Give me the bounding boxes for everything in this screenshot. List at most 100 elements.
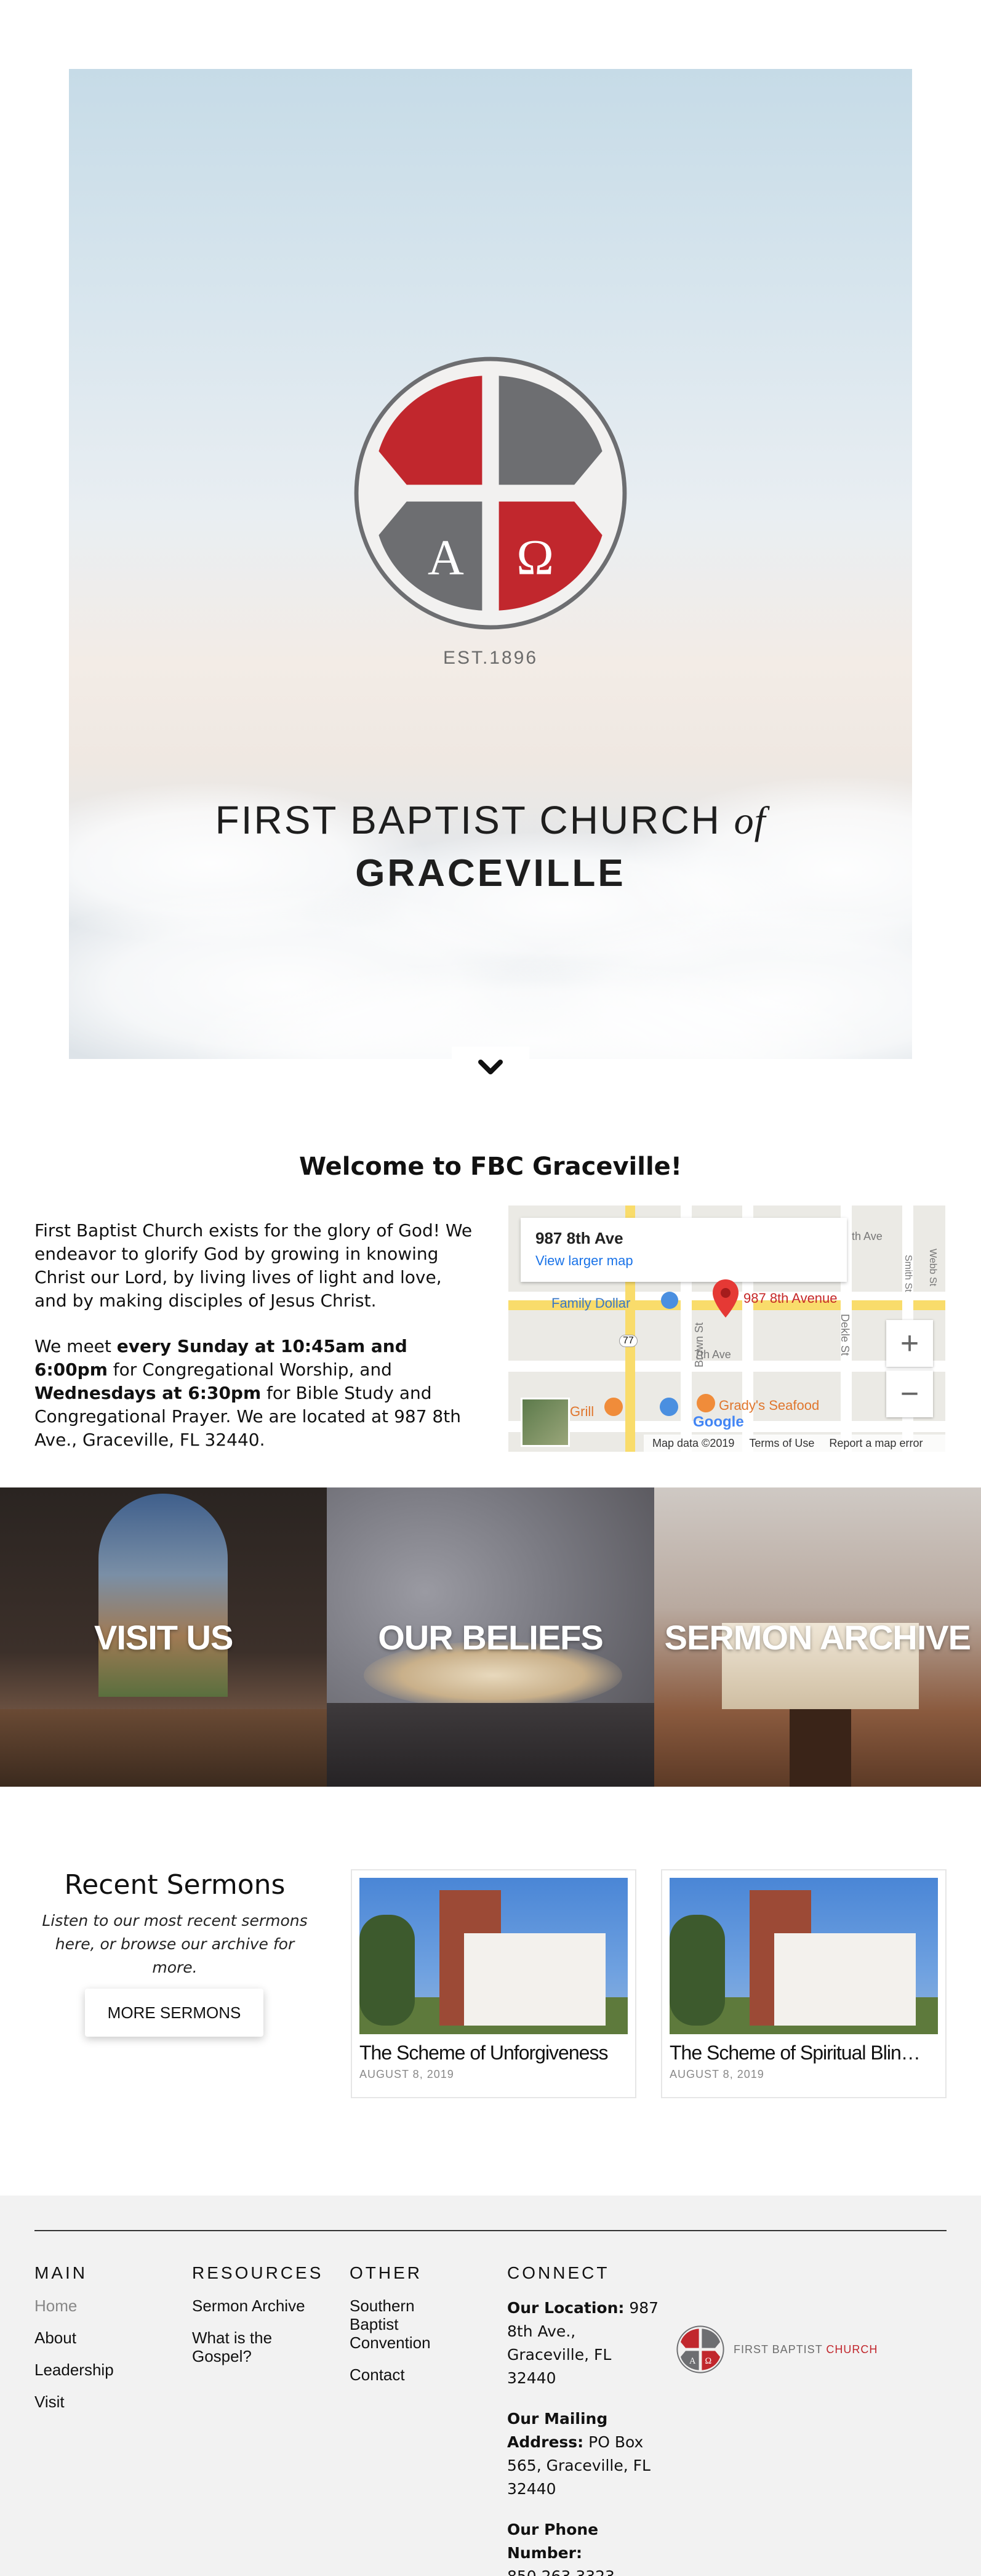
alpha-symbol: A xyxy=(428,529,464,586)
phone-info: Our Phone Number: 850.263.3323 xyxy=(507,2518,661,2576)
scroll-down-button[interactable] xyxy=(452,1047,529,1087)
shopping-pin-icon xyxy=(660,1398,678,1416)
tile-visit-us[interactable]: VISIT US xyxy=(0,1487,327,1787)
location-info: Our Location: 987 8th Ave., Graceville, … xyxy=(507,2296,661,2390)
map-info-card: 987 8th Ave View larger map xyxy=(521,1218,847,1282)
footer-other-column: OTHER Southern Baptist Convention Contac… xyxy=(350,2263,473,2397)
satellite-thumbnail[interactable] xyxy=(521,1398,570,1447)
church-portico xyxy=(774,1933,916,2026)
church-pews xyxy=(0,1709,327,1787)
tile-label: VISIT US xyxy=(94,1617,233,1657)
church-name-line1: FIRST BAPTIST CHURCH xyxy=(215,798,721,842)
footer-main-column: MAIN Home About Leadership Visit xyxy=(34,2263,170,2425)
footer-link-visit[interactable]: Visit xyxy=(34,2393,170,2411)
pulpit-stand xyxy=(789,1709,851,1787)
footer-connect-heading: CONNECT xyxy=(507,2263,610,2282)
footer-other-heading: OTHER xyxy=(350,2263,422,2282)
sermon-card[interactable]: The Scheme of Spiritual Blin… AUGUST 8, … xyxy=(661,1869,947,2098)
sermon-title: The Scheme of Unforgiveness xyxy=(359,2042,608,2064)
sermon-date: AUGUST 8, 2019 xyxy=(670,2068,764,2080)
footer-link-gospel[interactable]: What is the Gospel? xyxy=(192,2328,290,2365)
welcome-title: Welcome to FBC Graceville! xyxy=(298,1153,683,1181)
footer-link-sermon-archive[interactable]: Sermon Archive xyxy=(192,2296,327,2315)
church-emblem-icon: A Ω xyxy=(676,2325,724,2373)
church-name-of: of xyxy=(734,799,766,842)
location-map[interactable]: 987 8th Ave View larger map th Ave Smith… xyxy=(508,1205,945,1452)
mission-paragraph: First Baptist Church exists for the glor… xyxy=(34,1220,473,1311)
alpha-symbol: A xyxy=(689,2356,696,2366)
footer-resources-heading: RESOURCES xyxy=(192,2263,324,2282)
footer-main-heading: MAIN xyxy=(34,2263,87,2282)
footer-link-leadership[interactable]: Leadership xyxy=(34,2361,170,2379)
map-pin-icon[interactable] xyxy=(711,1278,740,1319)
footer-logo-name-church: CHURCH xyxy=(826,2343,878,2356)
tree xyxy=(670,1915,725,2026)
schedule-paragraph: We meet every Sunday at 10:45am and 6:00… xyxy=(34,1335,478,1452)
church-name: FIRST BAPTIST CHURCH of GRACEVILLE xyxy=(69,795,912,902)
restaurant-pin-icon xyxy=(697,1394,715,1412)
sermon-thumbnail xyxy=(670,1878,938,2034)
phone-label: Our Phone Number: xyxy=(507,2521,599,2562)
omega-symbol: Ω xyxy=(516,529,554,586)
tile-our-beliefs[interactable]: OUR BELIEFS xyxy=(327,1487,654,1787)
sermon-date: AUGUST 8, 2019 xyxy=(359,2068,454,2080)
omega-symbol: Ω xyxy=(705,2356,711,2366)
church-emblem-icon: A Ω xyxy=(354,356,627,630)
map-data-text: Map data ©2019 xyxy=(652,1436,735,1449)
footer-logo[interactable]: A Ω FIRST BAPTIST CHURCH xyxy=(676,2325,878,2374)
map-zoom-in-button[interactable]: + xyxy=(886,1320,933,1367)
restaurant-pin-icon xyxy=(604,1398,623,1416)
map-address: 987 8th Ave xyxy=(535,1229,623,1247)
church-emblem: A Ω xyxy=(69,353,912,637)
phone-value[interactable]: 850.263.3323 xyxy=(507,2567,615,2576)
footer-logo-name: FIRST BAPTIST CHURCH xyxy=(734,2343,878,2356)
sermon-title: The Scheme of Spiritual Blin… xyxy=(670,2042,921,2064)
schedule-text: for Congregational Worship, and xyxy=(107,1359,392,1380)
tile-label: OUR BELIEFS xyxy=(378,1617,603,1657)
map-poi-family-dollar[interactable]: Family Dollar xyxy=(551,1295,630,1311)
recent-sermons-header: Recent Sermons Listen to our most recent… xyxy=(34,1869,315,1979)
map-street-label: th Ave xyxy=(852,1230,883,1242)
map-zoom-out-button[interactable]: − xyxy=(886,1371,933,1417)
tree xyxy=(359,1915,415,2026)
map-poi-grill[interactable]: Grill xyxy=(570,1404,594,1420)
chevron-down-icon xyxy=(478,1060,503,1074)
sermon-thumbnail xyxy=(359,1878,628,2034)
stained-glass-window xyxy=(98,1494,228,1697)
footer-link-about[interactable]: About xyxy=(34,2328,170,2347)
sermon-card[interactable]: The Scheme of Unforgiveness AUGUST 8, 20… xyxy=(351,1869,636,2098)
table-surface xyxy=(327,1703,654,1787)
mailing-info: Our Mailing Address: PO Box 565, Gracevi… xyxy=(507,2407,661,2501)
wednesday-times: Wednesdays at 6:30pm xyxy=(34,1383,262,1403)
recent-sermons-subtitle: Listen to our most recent sermons here, … xyxy=(42,1912,308,1976)
hero-banner: A Ω EST.1896 FIRST BAPTIST CHURCH of GRA… xyxy=(69,69,912,1059)
footer-logo-name-first: FIRST BAPTIST xyxy=(734,2343,823,2356)
welcome-text: First Baptist Church exists for the glor… xyxy=(34,1219,478,1474)
established-year: EST.1896 xyxy=(442,648,539,668)
church-name-line2: GRACEVILLE xyxy=(355,852,626,895)
map-street-label: Webb St xyxy=(927,1249,938,1287)
footer-link-sbc[interactable]: Southern Baptist Convention xyxy=(350,2296,442,2352)
recent-sermons-title: Recent Sermons xyxy=(64,1869,286,1901)
map-poi-gradys-seafood[interactable]: Grady's Seafood xyxy=(719,1398,819,1414)
map-report-link[interactable]: Report a map error xyxy=(829,1437,923,1450)
map-street-label: 7th Ave xyxy=(694,1348,731,1361)
google-logo: Google xyxy=(693,1414,744,1430)
footer-divider xyxy=(34,2230,947,2231)
footer-link-home[interactable]: Home xyxy=(34,2296,170,2315)
footer-link-contact[interactable]: Contact xyxy=(350,2365,473,2384)
map-attribution: Map data ©2019 Terms of Use Report a map… xyxy=(644,1435,945,1452)
tile-sermon-archive[interactable]: SERMON ARCHIVE xyxy=(654,1487,981,1787)
footer-connect-column: CONNECT Our Location: 987 8th Ave., Grac… xyxy=(507,2263,661,2576)
map-road xyxy=(508,1361,945,1372)
feature-tiles: VISIT US OUR BELIEFS SERMON ARCHIVE xyxy=(0,1487,981,1787)
shopping-pin-icon xyxy=(661,1292,678,1309)
church-portico xyxy=(464,1933,606,2026)
schedule-text: We meet xyxy=(34,1336,117,1356)
more-sermons-button[interactable]: MORE SERMONS xyxy=(85,1989,263,2037)
map-pin-label: 987 8th Avenue xyxy=(743,1290,838,1306)
view-larger-map-link[interactable]: View larger map xyxy=(535,1253,832,1269)
map-street-label: Dekle St xyxy=(839,1314,851,1356)
tile-label: SERMON ARCHIVE xyxy=(664,1617,971,1657)
map-terms-link[interactable]: Terms of Use xyxy=(749,1437,814,1450)
